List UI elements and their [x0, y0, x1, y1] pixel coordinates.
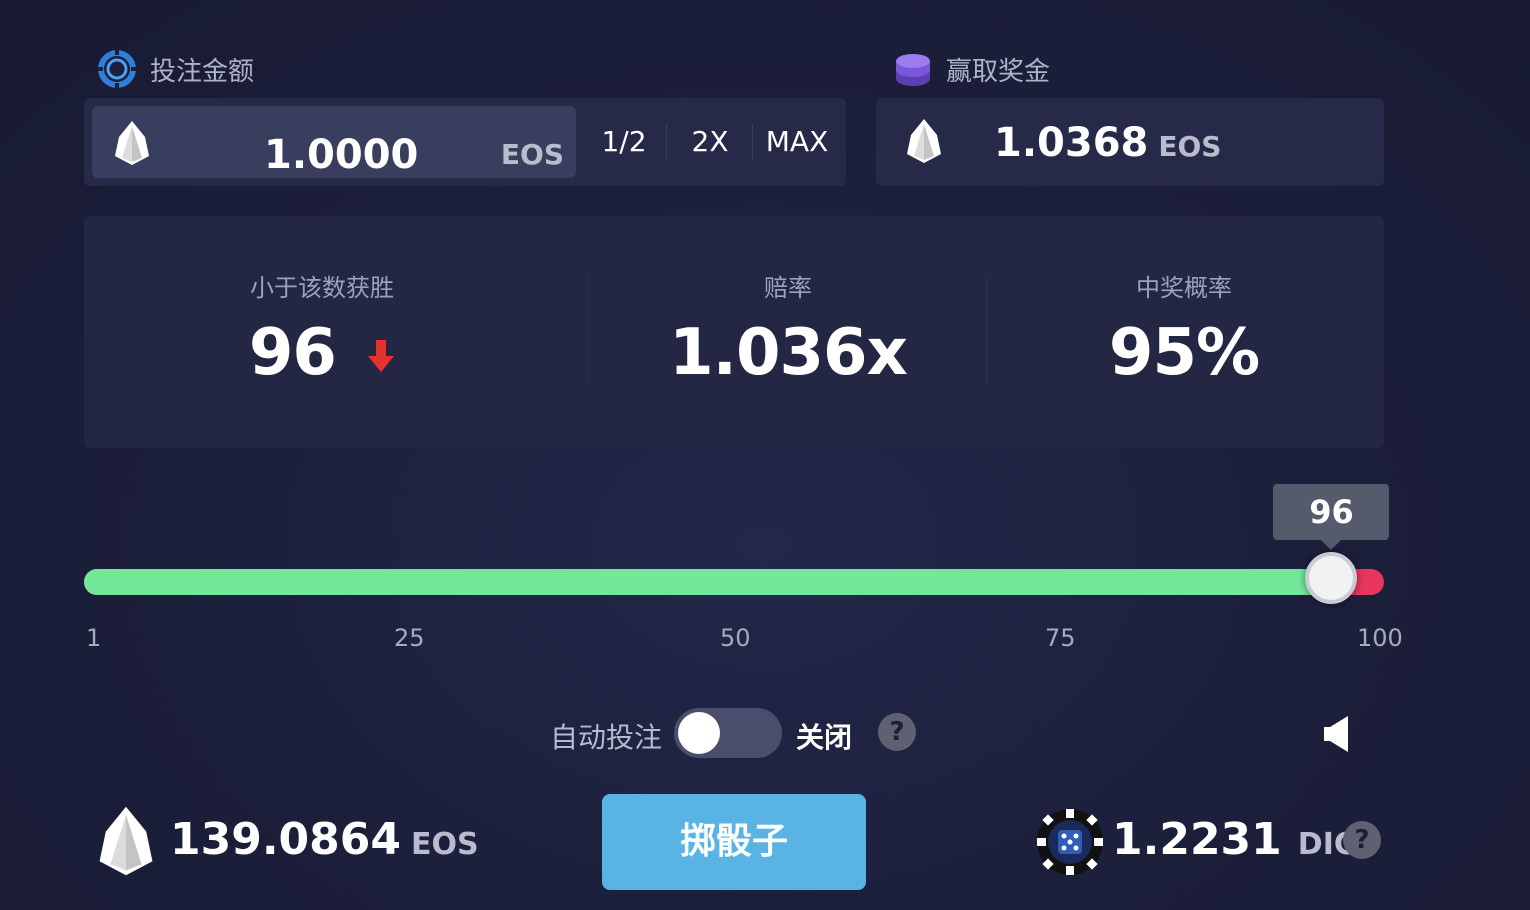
slider-tick: 50: [720, 624, 751, 652]
roll-under-stat: 小于该数获胜 96: [112, 216, 532, 448]
roll-under-value: 96: [248, 316, 337, 390]
divider: [666, 124, 667, 160]
bet-amount-title: 投注金额: [150, 56, 255, 87]
speaker-icon[interactable]: [1322, 714, 1352, 754]
payout-label: 赔率: [764, 274, 812, 302]
eos-icon: [115, 121, 149, 165]
roll-dice-button[interactable]: 掷骰子: [602, 794, 866, 890]
slider-tick: 100: [1357, 624, 1403, 652]
roll-under-label: 小于该数获胜: [250, 274, 394, 302]
win-amount: 1.0368 EOS: [994, 120, 1221, 166]
win-amount-unit: EOS: [1158, 130, 1222, 163]
slider-tick: 75: [1045, 624, 1076, 652]
win-chance-label: 中奖概率: [1136, 274, 1232, 302]
bet-amount-value: 1.0000: [264, 132, 419, 178]
eos-icon: [907, 119, 941, 163]
coin-stack-icon: [896, 54, 930, 86]
win-chance-stat: 中奖概率 95%: [974, 216, 1394, 448]
help-icon[interactable]: ?: [1343, 821, 1381, 859]
payout-stat: 赔率 1.036x: [578, 216, 998, 448]
win-amount-label: 赢取奖金: [892, 48, 1050, 90]
eos-balance-unit: EOS: [411, 827, 479, 862]
toggle-knob: [678, 712, 720, 754]
roll-slider-win-range: [84, 569, 1332, 595]
eos-balance-value: 139.0864: [170, 814, 402, 865]
bet-panel: 1.0000 EOS 1/2 2X MAX: [84, 98, 846, 186]
help-icon[interactable]: ?: [878, 713, 916, 751]
bet-amount-input[interactable]: 1.0000 EOS: [92, 106, 576, 178]
roll-slider-tooltip: 96: [1273, 484, 1390, 550]
dice-balance: 1.2231 DICE: [1112, 814, 1376, 865]
dice-chip-icon: [1037, 809, 1103, 875]
bet-amount-label: 投注金额: [96, 48, 254, 90]
slider-tick: 1: [86, 624, 102, 652]
chip-icon: [97, 49, 137, 89]
win-chance-value: 95%: [1108, 316, 1260, 390]
auto-bet-state: 关闭: [796, 721, 853, 754]
win-panel: 1.0368 EOS: [876, 98, 1384, 186]
half-bet-button[interactable]: 1/2: [594, 122, 654, 162]
auto-bet-label: 自动投注: [550, 721, 663, 754]
auto-bet-toggle[interactable]: [674, 708, 782, 758]
roll-under-value-row[interactable]: 96: [112, 316, 532, 390]
arrow-down-icon[interactable]: [367, 338, 395, 374]
stats-panel: 小于该数获胜 96 赔率 1.036x 中奖概率 95%: [84, 216, 1384, 448]
max-bet-button[interactable]: MAX: [762, 122, 832, 162]
divider: [752, 124, 753, 160]
win-amount-title: 赢取奖金: [946, 56, 1051, 87]
slider-tick: 25: [394, 624, 425, 652]
bet-amount-unit: EOS: [500, 138, 564, 171]
double-bet-button[interactable]: 2X: [680, 122, 740, 162]
payout-value: 1.036x: [669, 316, 908, 390]
roll-slider-track[interactable]: [84, 569, 1384, 595]
win-amount-value: 1.0368: [994, 120, 1149, 166]
eos-balance: 139.0864 EOS: [170, 814, 479, 865]
eos-icon: [99, 806, 153, 876]
dice-balance-value: 1.2231: [1112, 814, 1282, 865]
roll-slider-handle[interactable]: [1305, 552, 1358, 604]
